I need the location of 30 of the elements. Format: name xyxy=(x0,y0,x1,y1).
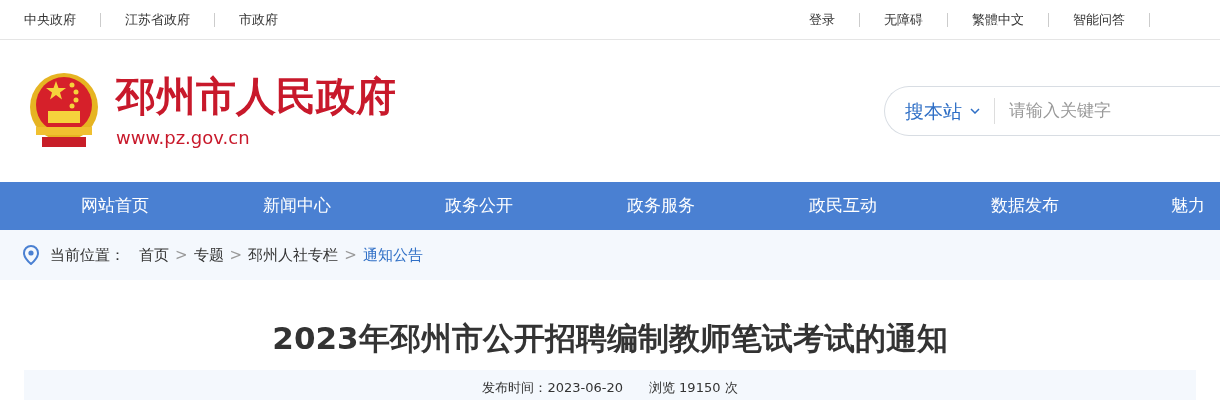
breadcrumb-label: 当前位置： xyxy=(50,244,125,266)
nav-link[interactable]: 新闻中心 xyxy=(206,193,388,219)
nav-link[interactable]: 政务服务 xyxy=(570,193,752,219)
top-link[interactable]: 中央政府 xyxy=(24,9,76,30)
nav-link[interactable]: 网站首页 xyxy=(24,193,206,219)
search-scope-dropdown[interactable]: 搜本站 xyxy=(905,96,980,126)
location-pin-icon xyxy=(22,245,40,265)
publish-date: 发布时间：2023-06-20 xyxy=(482,379,623,397)
top-link[interactable]: 无障碍 xyxy=(884,9,923,30)
breadcrumb-link[interactable]: 首页 xyxy=(139,243,169,267)
nav-link[interactable]: 政民互动 xyxy=(752,193,934,219)
breadcrumb-link[interactable]: 通知公告 xyxy=(362,243,423,267)
top-link[interactable]: 智能问答 xyxy=(1073,9,1125,30)
site-name: 邳州市人民政府 xyxy=(116,71,396,120)
breadcrumb-link[interactable]: 邳州人社专栏 xyxy=(248,243,339,267)
nav-link[interactable]: 数据发布 xyxy=(934,193,1116,219)
article-title: 2023年邳州市公开招聘编制教师笔试考试的通知 xyxy=(272,319,948,358)
chevron-down-icon xyxy=(970,108,980,114)
breadcrumb-separator: > xyxy=(344,244,357,266)
breadcrumb-separator: > xyxy=(175,244,188,266)
view-count: 浏览 19150 次 xyxy=(648,379,738,397)
breadcrumb-link[interactable]: 专题 xyxy=(193,243,224,267)
top-link[interactable]: 登录 xyxy=(809,9,835,30)
top-link[interactable]: 江苏省政府 xyxy=(125,9,190,30)
site-url: www.pz.gov.cn xyxy=(116,125,251,150)
top-link[interactable]: 繁體中文 xyxy=(972,9,1024,30)
top-link[interactable]: 市政府 xyxy=(239,9,278,30)
nav-link[interactable]: 魅力 xyxy=(1116,193,1205,219)
nav-link[interactable]: 政务公开 xyxy=(388,193,570,219)
breadcrumb-separator: > xyxy=(229,244,243,266)
